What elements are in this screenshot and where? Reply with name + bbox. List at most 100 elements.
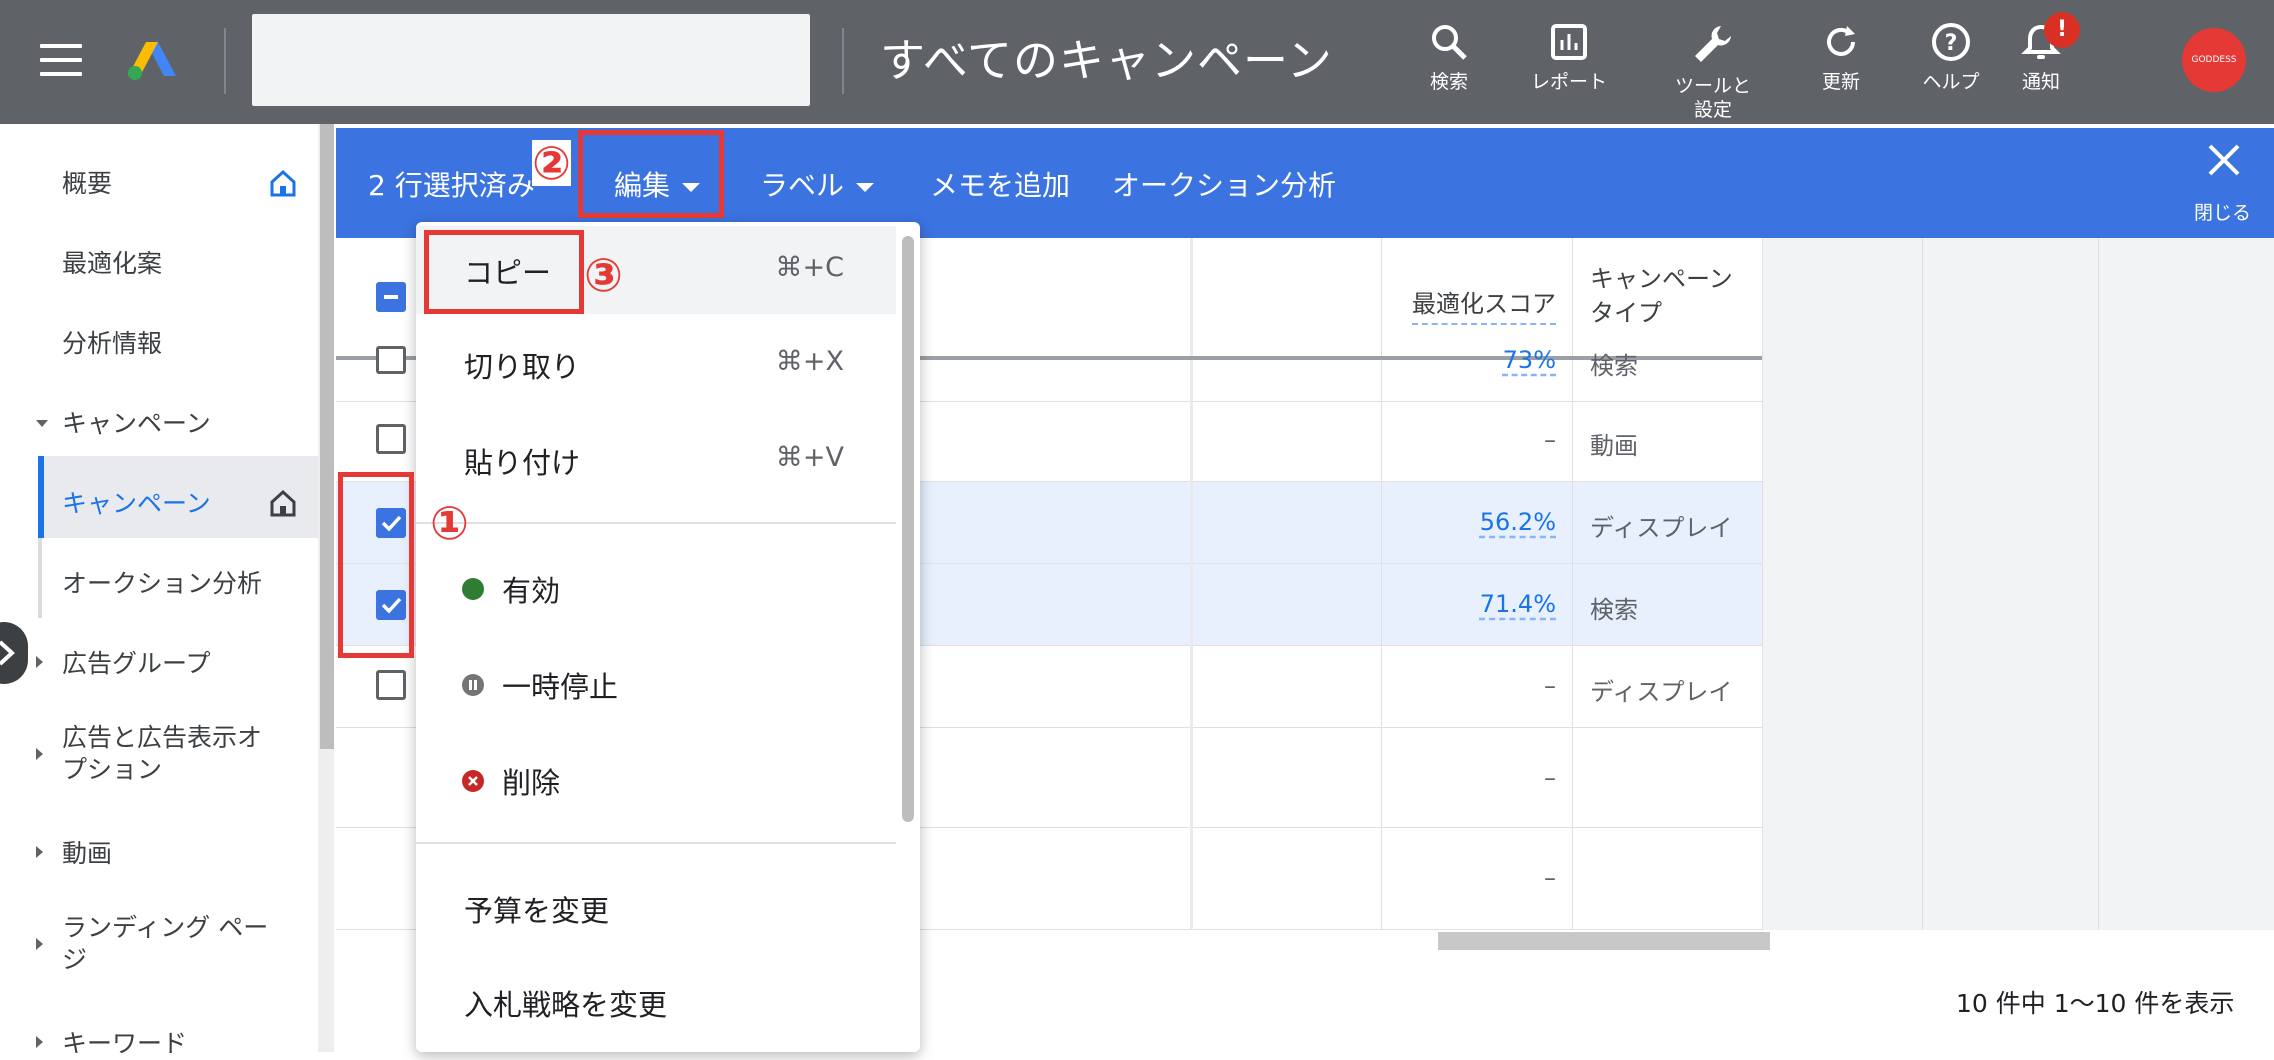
annotation-number-1: ① [430, 496, 469, 550]
sidebar-item-label: オークション分析 [62, 569, 263, 598]
campaign-type: 検索 [1590, 352, 1638, 380]
sidebar-item-label: ランディング ページ [62, 913, 269, 974]
optimization-score-header[interactable]: 最適化スコア [1412, 284, 1556, 325]
svg-text:?: ? [1945, 31, 1958, 56]
divider [2098, 238, 2099, 930]
menu-item-change-budget[interactable]: 予算を変更 [416, 864, 896, 952]
menu-item-change-bid-strategy[interactable]: 入札戦略を変更 [416, 958, 896, 1046]
campaign-type: 検索 [1590, 596, 1638, 624]
divider [842, 28, 844, 94]
horizontal-scrollbar[interactable] [1438, 932, 1770, 950]
pause-icon [462, 674, 484, 696]
sidebar-selected-indicator [38, 456, 44, 538]
sidebar-item-label: 広告と広告表示オプション [62, 723, 263, 784]
annotation-number-2: ② [532, 136, 571, 190]
wrench-icon [1695, 26, 1731, 62]
minus-icon [384, 295, 398, 299]
pause-label: 一時停止 [502, 670, 619, 704]
menu-item-remove[interactable]: 削除 [416, 736, 896, 824]
campaign-type-header[interactable]: キャンペーン タイプ [1590, 262, 1740, 330]
cut-label: 切り取り [464, 350, 581, 384]
menu-divider [416, 842, 896, 844]
menu-icon[interactable] [40, 44, 82, 76]
sidebar-item-label: キャンペーン [62, 409, 211, 438]
table-empty-area [1762, 238, 2274, 930]
add-note-button[interactable]: メモを追加 [930, 164, 1070, 204]
divider [224, 28, 226, 94]
sidebar-item-label: 動画 [62, 839, 113, 868]
notifications-button[interactable]: 通知 [1976, 22, 2106, 94]
label-label: ラベル [760, 169, 845, 202]
column-divider [1381, 238, 1382, 930]
optimization-score[interactable]: 73% [1386, 346, 1556, 374]
report-icon [1551, 24, 1587, 60]
cut-shortcut: ⌘+X [775, 346, 844, 377]
paste-shortcut: ⌘+V [775, 442, 844, 473]
help-label: ヘルプ [1922, 71, 1980, 93]
label-dropdown-button[interactable]: ラベル [760, 164, 875, 204]
enabled-status-icon [462, 578, 484, 600]
divider [1922, 238, 1923, 930]
home-icon [270, 169, 296, 197]
home-icon [270, 489, 296, 517]
chevron-right-icon [36, 748, 43, 760]
change-bid-strategy-label: 入札戦略を変更 [464, 988, 668, 1022]
sidebar-scrollbar-thumb[interactable] [320, 124, 334, 749]
account-avatar[interactable]: GODDESS [2182, 28, 2246, 92]
optimization-score[interactable]: 56.2% [1386, 508, 1556, 536]
tools-settings-button[interactable]: ツールと設定 [1648, 22, 1778, 122]
enable-label: 有効 [502, 574, 561, 608]
menu-scrollbar[interactable] [902, 236, 914, 822]
menu-item-enable[interactable]: 有効 [416, 544, 896, 632]
tools-settings-label: ツールと設定 [1674, 75, 1751, 121]
refresh-icon [1827, 26, 1855, 56]
remove-icon [462, 770, 484, 792]
row-checkbox[interactable] [376, 424, 406, 454]
row-checkbox[interactable] [376, 670, 406, 700]
optimization-score: – [1544, 672, 1556, 700]
menu-item-pause[interactable]: 一時停止 [416, 640, 896, 728]
help-icon: ? [1932, 23, 1970, 61]
chevron-right-icon [36, 656, 43, 668]
caret-down-icon [856, 182, 875, 192]
optimization-score[interactable]: 71.4% [1386, 590, 1556, 618]
search-icon [1432, 25, 1467, 60]
change-budget-label: 予算を変更 [464, 894, 610, 928]
search-label: 検索 [1429, 71, 1468, 93]
google-ads-logo [128, 42, 176, 80]
annotation-box-3 [424, 230, 584, 314]
menu-item-paste[interactable]: 貼り付け ⌘+V [416, 416, 896, 504]
sidebar-expand-button[interactable] [0, 622, 28, 684]
sidebar-sub-indicator [38, 538, 42, 618]
report-button[interactable]: レポート [1504, 22, 1634, 94]
sidebar-item-label: 分析情報 [62, 329, 163, 358]
row-checkbox[interactable] [376, 346, 406, 374]
annotation-box-1 [338, 472, 414, 658]
campaign-type: ディスプレイ [1590, 514, 1733, 542]
column-divider [1572, 238, 1573, 930]
paste-label: 貼り付け [464, 446, 581, 480]
account-selector[interactable] [252, 14, 810, 106]
optimization-score: – [1544, 864, 1556, 892]
refresh-label: 更新 [1821, 71, 1860, 93]
campaign-type: ディスプレイ [1590, 678, 1733, 706]
chevron-right-icon [0, 640, 15, 666]
selection-count: 2 行選択済み [368, 169, 535, 202]
remove-label: 削除 [502, 766, 561, 800]
search-button[interactable]: 検索 [1384, 22, 1514, 94]
page-title: すべてのキャンペーン [880, 34, 1333, 87]
chevron-down-icon [36, 420, 48, 427]
annotation-box-2 [578, 130, 724, 218]
sidebar-item-label: 最適化案 [62, 249, 163, 278]
menu-item-cut[interactable]: 切り取り ⌘+X [416, 320, 896, 408]
select-all-checkbox[interactable] [376, 282, 406, 312]
column-divider [1762, 238, 1763, 930]
copy-shortcut: ⌘+C [775, 252, 844, 283]
chevron-right-icon [36, 846, 43, 858]
close-label: 閉じる [2194, 202, 2252, 224]
notifications-label: 通知 [2021, 71, 2060, 93]
close-icon[interactable] [2206, 142, 2242, 178]
auction-insights-button[interactable]: オークション分析 [1112, 164, 1336, 204]
optimization-score: – [1544, 764, 1556, 792]
column-divider [1190, 238, 1193, 930]
